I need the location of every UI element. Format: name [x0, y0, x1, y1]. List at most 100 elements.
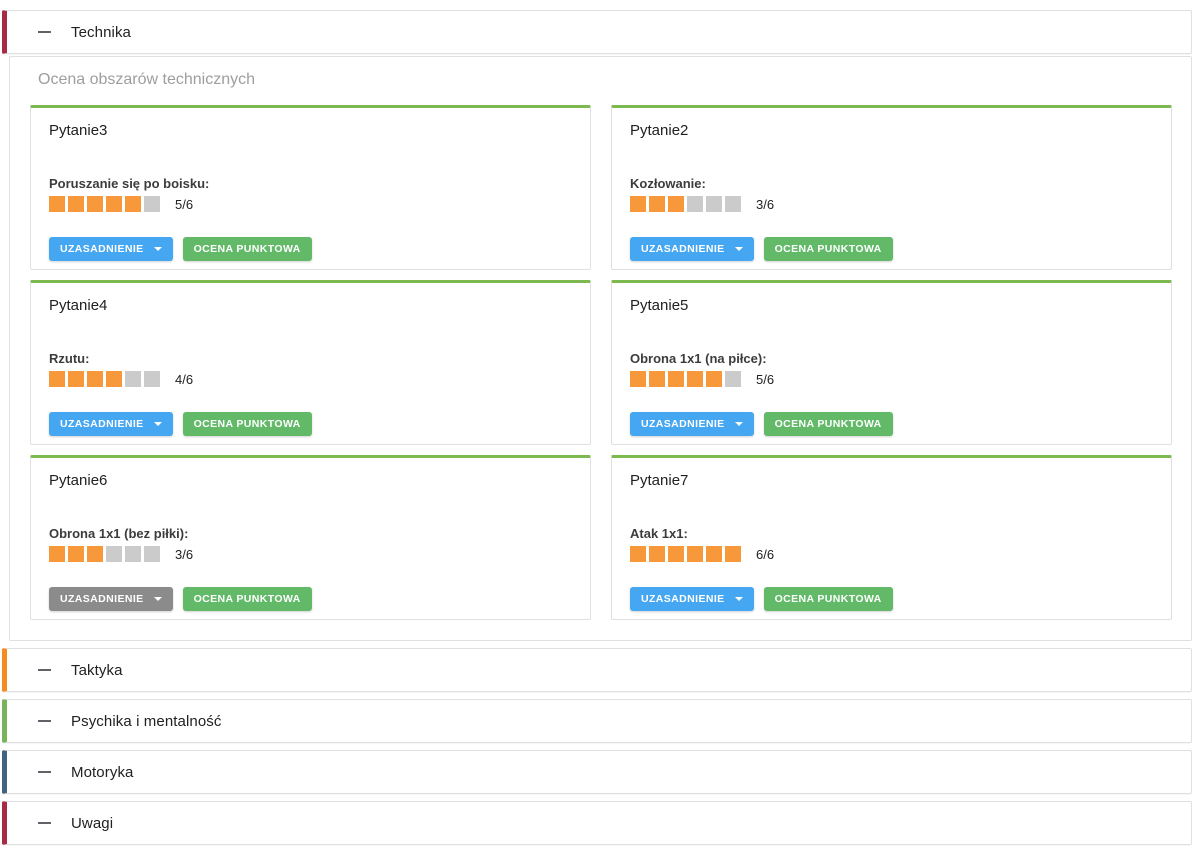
- ocena-punktowa-button[interactable]: OCENA PUNKTOWA: [183, 237, 312, 261]
- ocena-punktowa-button[interactable]: OCENA PUNKTOWA: [183, 587, 312, 611]
- rating-square-filled: [706, 371, 722, 387]
- score-label: 3/6: [756, 197, 774, 212]
- rating-square-filled: [106, 196, 122, 212]
- score-label: 5/6: [175, 197, 193, 212]
- rating-square-filled: [49, 371, 65, 387]
- rating-square-empty: [144, 196, 160, 212]
- collapse-minus-icon: [38, 771, 51, 773]
- uzasadnienie-button-label: UZASADNIENIE: [60, 418, 144, 430]
- uzasadnienie-button[interactable]: UZASADNIENIE: [49, 587, 173, 611]
- section-content-technika: Ocena obszarów technicznychPytanie3Porus…: [9, 56, 1192, 641]
- card-buttons-row: UZASADNIENIE OCENA PUNKTOWA: [49, 587, 572, 611]
- section-label: Uwagi: [71, 815, 113, 832]
- question-card-title: Pytanie6: [49, 472, 572, 489]
- rating-square-empty: [706, 196, 722, 212]
- rating-square-filled: [630, 546, 646, 562]
- collapse-minus-icon: [38, 720, 51, 722]
- question-card-title: Pytanie4: [49, 297, 572, 314]
- rating-square-filled: [649, 546, 665, 562]
- chevron-down-icon: [154, 597, 162, 601]
- question-cards-grid: Pytanie3Poruszanie się po boisku:5/6UZAS…: [30, 105, 1172, 620]
- section-taktyka: Taktyka: [2, 648, 1192, 692]
- question-card-pytanie2: Pytanie2 Kozłowanie: 3/6 UZASADNIENIE OCENA …: [611, 105, 1172, 270]
- card-buttons-row: UZASADNIENIE OCENA PUNKTOWA: [630, 237, 1153, 261]
- question-card-pytanie3: Pytanie3Poruszanie się po boisku:5/6UZAS…: [30, 105, 591, 270]
- rating-square-empty: [725, 196, 741, 212]
- uzasadnienie-button[interactable]: UZASADNIENIE: [630, 587, 754, 611]
- uzasadnienie-button-label: UZASADNIENIE: [641, 593, 725, 605]
- rating-square-empty: [125, 371, 141, 387]
- rating-row: 3/6: [49, 546, 572, 562]
- rating-row: 4/6: [49, 371, 572, 387]
- ocena-punktowa-button[interactable]: OCENA PUNKTOWA: [764, 587, 893, 611]
- question-label: Poruszanie się po boisku:: [49, 176, 572, 191]
- chevron-down-icon: [735, 597, 743, 601]
- uzasadnienie-button[interactable]: UZASADNIENIE: [630, 237, 754, 261]
- rating-row: 3/6: [630, 196, 1153, 212]
- chevron-down-icon: [735, 422, 743, 426]
- question-label: Kozłowanie:: [630, 176, 1153, 191]
- rating-squares: [630, 371, 744, 387]
- ocena-punktowa-button-label: OCENA PUNKTOWA: [194, 243, 301, 255]
- rating-square-filled: [49, 196, 65, 212]
- ocena-punktowa-button-label: OCENA PUNKTOWA: [775, 243, 882, 255]
- section-technika: TechnikaOcena obszarów technicznychPytan…: [2, 10, 1192, 641]
- section-header-motoryka[interactable]: Motoryka: [2, 750, 1192, 794]
- uzasadnienie-button[interactable]: UZASADNIENIE: [49, 237, 173, 261]
- rating-square-filled: [668, 371, 684, 387]
- card-buttons-row: UZASADNIENIE OCENA PUNKTOWA: [49, 412, 572, 436]
- ocena-punktowa-button-label: OCENA PUNKTOWA: [194, 593, 301, 605]
- uzasadnienie-button-label: UZASADNIENIE: [641, 418, 725, 430]
- rating-square-filled: [649, 196, 665, 212]
- rating-square-filled: [106, 371, 122, 387]
- rating-square-filled: [649, 371, 665, 387]
- section-subtitle: Ocena obszarów technicznych: [38, 71, 1172, 89]
- question-card-pytanie4: Pytanie4 Rzutu: 4/6 UZASADNIENIE OCENA PUNKT…: [30, 280, 591, 445]
- question-card-title: Pytanie7: [630, 472, 1153, 489]
- question-label: Rzutu:: [49, 351, 572, 366]
- rating-square-filled: [68, 371, 84, 387]
- section-header-technika[interactable]: Technika: [2, 10, 1192, 54]
- uzasadnienie-button-label: UZASADNIENIE: [60, 593, 144, 605]
- rating-square-filled: [68, 546, 84, 562]
- rating-squares: [49, 371, 163, 387]
- rating-square-filled: [725, 546, 741, 562]
- section-header-taktyka[interactable]: Taktyka: [2, 648, 1192, 692]
- section-label: Taktyka: [71, 662, 123, 679]
- rating-square-empty: [125, 546, 141, 562]
- question-label: Obrona 1x1 (na piłce):: [630, 351, 1153, 366]
- rating-square-filled: [687, 371, 703, 387]
- section-header-uwagi[interactable]: Uwagi: [2, 801, 1192, 845]
- rating-square-empty: [106, 546, 122, 562]
- question-card-title: Pytanie2: [630, 122, 1153, 139]
- rating-square-empty: [144, 546, 160, 562]
- question-card-pytanie7: Pytanie7Atak 1x1:6/6UZASADNIENIEOCENA PU…: [611, 455, 1172, 620]
- score-label: 6/6: [756, 547, 774, 562]
- ocena-punktowa-button-label: OCENA PUNKTOWA: [775, 593, 882, 605]
- ocena-punktowa-button-label: OCENA PUNKTOWA: [194, 418, 301, 430]
- section-uwagi: Uwagi: [2, 801, 1192, 845]
- section-header-psychika-i-mentalno[interactable]: Psychika i mentalność: [2, 699, 1192, 743]
- chevron-down-icon: [154, 247, 162, 251]
- section-label: Motoryka: [71, 764, 134, 781]
- rating-square-filled: [87, 196, 103, 212]
- card-buttons-row: UZASADNIENIE OCENA PUNKTOWA: [49, 237, 572, 261]
- question-card-pytanie6: Pytanie6 Obrona 1x1 (bez piłki): 3/6 UZASAD…: [30, 455, 591, 620]
- score-label: 4/6: [175, 372, 193, 387]
- ocena-punktowa-button-label: OCENA PUNKTOWA: [775, 418, 882, 430]
- score-label: 3/6: [175, 547, 193, 562]
- chevron-down-icon: [154, 422, 162, 426]
- uzasadnienie-button[interactable]: UZASADNIENIE: [630, 412, 754, 436]
- rating-square-filled: [125, 196, 141, 212]
- section-label: Technika: [71, 24, 131, 41]
- uzasadnienie-button[interactable]: UZASADNIENIE: [49, 412, 173, 436]
- collapse-minus-icon: [38, 822, 51, 824]
- rating-square-filled: [630, 196, 646, 212]
- question-label: Obrona 1x1 (bez piłki):: [49, 526, 572, 541]
- ocena-punktowa-button[interactable]: OCENA PUNKTOWA: [764, 237, 893, 261]
- rating-square-filled: [668, 196, 684, 212]
- ocena-punktowa-button[interactable]: OCENA PUNKTOWA: [183, 412, 312, 436]
- ocena-punktowa-button[interactable]: OCENA PUNKTOWA: [764, 412, 893, 436]
- collapse-minus-icon: [38, 669, 51, 671]
- rating-square-filled: [68, 196, 84, 212]
